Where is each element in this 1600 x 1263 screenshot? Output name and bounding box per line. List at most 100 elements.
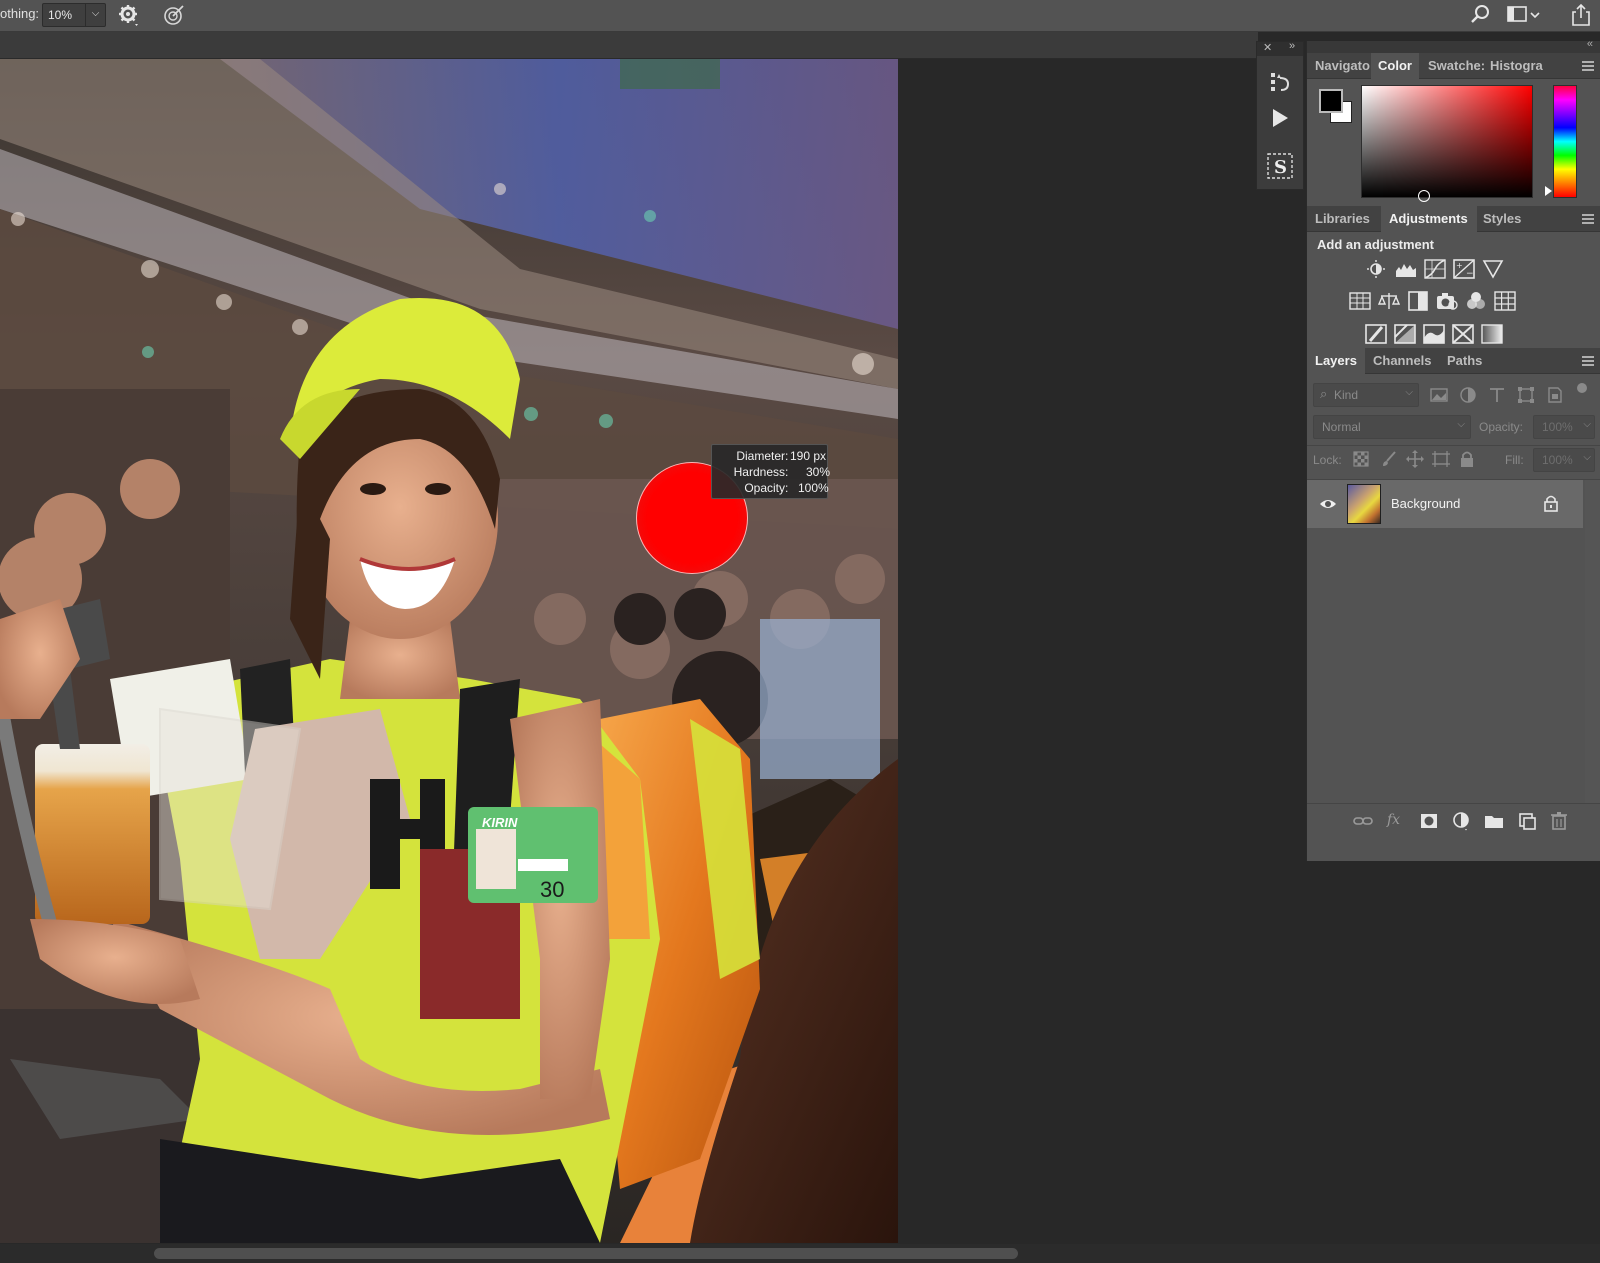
layer-opacity-field[interactable]: 100% ⌵: [1533, 415, 1595, 439]
layer-opacity-value: 100%: [1542, 420, 1573, 434]
lock-all-icon[interactable]: [1457, 449, 1477, 469]
canvas-area[interactable]: 30 KIRIN Diameter: 190 px Hardness: 30…: [0, 59, 1258, 1244]
color-field[interactable]: [1361, 85, 1533, 202]
search-icon: ⌕: [1320, 386, 1328, 401]
filter-shape-icon[interactable]: [1516, 385, 1536, 405]
panel-menu-icon[interactable]: [1581, 60, 1595, 72]
opacity-label: Opacity: [744, 481, 785, 495]
panel-menu-icon[interactable]: [1581, 355, 1595, 367]
layer-filter-kind-select[interactable]: ⌕ Kind ⌵: [1313, 383, 1419, 407]
posterize-icon[interactable]: [1394, 324, 1416, 344]
photo-filter-icon[interactable]: [1436, 291, 1458, 311]
gradient-map-icon[interactable]: [1481, 324, 1503, 344]
collapse-icon[interactable]: «: [1587, 38, 1593, 50]
scrollbar-thumb[interactable]: [154, 1248, 1018, 1259]
layers-panel-tabs: Layers Channels Paths: [1307, 348, 1600, 374]
layer-row[interactable]: Background: [1307, 480, 1583, 528]
blend-mode-select[interactable]: Normal ⌵: [1313, 415, 1471, 439]
tab-navigator[interactable]: Navigato: [1307, 53, 1371, 79]
foreground-color-swatch[interactable]: [1319, 89, 1343, 113]
smoothing-field[interactable]: 10% ⌵: [42, 3, 106, 27]
channel-mixer-icon[interactable]: [1465, 291, 1487, 311]
color-picker-ring[interactable]: [1418, 190, 1430, 202]
hue-slider-marker[interactable]: [1545, 186, 1552, 196]
trash-icon[interactable]: [1549, 811, 1569, 831]
add-adjustment-heading: Add an adjustment: [1317, 237, 1435, 252]
tab-channels[interactable]: Channels: [1365, 348, 1439, 374]
brightness-contrast-icon[interactable]: [1365, 259, 1387, 279]
opacity-value: 100%: [798, 481, 829, 495]
tab-swatches[interactable]: Swatche:: [1421, 53, 1485, 79]
filter-type-icon[interactable]: [1487, 385, 1507, 405]
layer-thumbnail[interactable]: [1347, 484, 1381, 524]
filter-adjustment-icon[interactable]: [1458, 385, 1478, 405]
levels-icon[interactable]: [1395, 259, 1417, 279]
svg-text:+: +: [1456, 261, 1463, 270]
tab-color[interactable]: Color: [1371, 53, 1419, 79]
strip-header: ✕ »: [1257, 40, 1303, 56]
history-icon[interactable]: [1268, 70, 1292, 94]
lock-artboard-icon[interactable]: [1431, 449, 1451, 469]
black-white-icon[interactable]: [1407, 291, 1429, 311]
lock-image-pixels-icon[interactable]: [1379, 449, 1399, 469]
panel-menu-icon[interactable]: [1581, 213, 1595, 225]
curves-icon[interactable]: [1424, 259, 1446, 279]
add-mask-icon[interactable]: [1419, 811, 1439, 831]
expand-icon[interactable]: »: [1289, 40, 1295, 52]
color-lookup-icon[interactable]: [1494, 291, 1516, 311]
hue-slider[interactable]: [1553, 85, 1577, 198]
tab-libraries[interactable]: Libraries: [1307, 206, 1381, 232]
filter-pixel-icon[interactable]: [1429, 385, 1449, 405]
horizontal-scrollbar[interactable]: [0, 1244, 1600, 1263]
photoshop-window: othing: 10% ⌵ 30 KIRIN Diameter: 190 px…: [0, 0, 1600, 1263]
play-action-icon[interactable]: [1268, 106, 1292, 130]
invert-icon[interactable]: [1365, 324, 1387, 344]
hue-saturation-icon[interactable]: [1349, 291, 1371, 311]
lock-position-icon[interactable]: [1405, 449, 1425, 469]
chevron-down-icon[interactable]: ⌵: [85, 4, 105, 26]
adjustments-panel-tabs: Libraries Adjustments Styles: [1307, 206, 1600, 232]
pressure-icon[interactable]: [161, 2, 187, 28]
tab-styles[interactable]: Styles: [1479, 206, 1535, 232]
smoothing-label: othing:: [0, 6, 40, 21]
layer-name[interactable]: Background: [1391, 496, 1460, 511]
selective-color-icon[interactable]: [1452, 324, 1474, 344]
chevron-down-icon: ⌵: [1405, 387, 1413, 398]
exposure-icon[interactable]: +−: [1453, 259, 1475, 279]
filter-smart-object-icon[interactable]: [1545, 385, 1565, 405]
tab-layers[interactable]: Layers: [1307, 348, 1365, 374]
clone-source-icon[interactable]: S: [1266, 152, 1294, 180]
collapsed-panel-strip: ✕ » S: [1256, 40, 1304, 190]
tab-histogram[interactable]: Histogra: [1485, 53, 1555, 79]
tab-paths[interactable]: Paths: [1439, 348, 1491, 374]
svg-text:S: S: [1274, 157, 1287, 178]
adjustments-panel-body: Add an adjustment + −: [1307, 233, 1600, 355]
smoothing-value: 10%: [48, 8, 73, 22]
gear-icon[interactable]: [115, 2, 141, 28]
eye-icon[interactable]: [1319, 497, 1337, 511]
tab-adjustments[interactable]: Adjustments: [1381, 206, 1477, 232]
chevron-down-icon[interactable]: [1528, 2, 1542, 28]
color-balance-icon[interactable]: [1378, 291, 1400, 311]
diameter-label: Diameter: [736, 449, 785, 463]
new-adjustment-layer-icon[interactable]: [1451, 811, 1471, 831]
vibrance-icon[interactable]: [1482, 259, 1504, 279]
new-layer-icon[interactable]: [1517, 811, 1537, 831]
document-tab-strip: [0, 32, 1258, 59]
layer-fill-value: 100%: [1542, 453, 1573, 467]
layers-footer: fx: [1307, 804, 1600, 837]
layer-fill-field[interactable]: 100% ⌵: [1533, 448, 1595, 472]
document-photo[interactable]: 30 KIRIN: [0, 59, 898, 1243]
filter-toggle[interactable]: [1577, 383, 1587, 393]
close-icon[interactable]: ✕: [1263, 41, 1272, 54]
link-layers-icon[interactable]: [1353, 811, 1373, 831]
svg-text:KIRIN: KIRIN: [482, 815, 518, 830]
new-group-icon[interactable]: [1484, 811, 1504, 831]
fx-icon[interactable]: fx: [1387, 812, 1400, 828]
lock-transparent-pixels-icon[interactable]: [1351, 449, 1371, 469]
lock-label: Lock:: [1313, 453, 1342, 467]
layers-scrollbar[interactable]: [1585, 480, 1600, 803]
share-icon[interactable]: [1568, 2, 1594, 28]
search-icon[interactable]: [1468, 2, 1494, 28]
threshold-icon[interactable]: [1423, 324, 1445, 344]
